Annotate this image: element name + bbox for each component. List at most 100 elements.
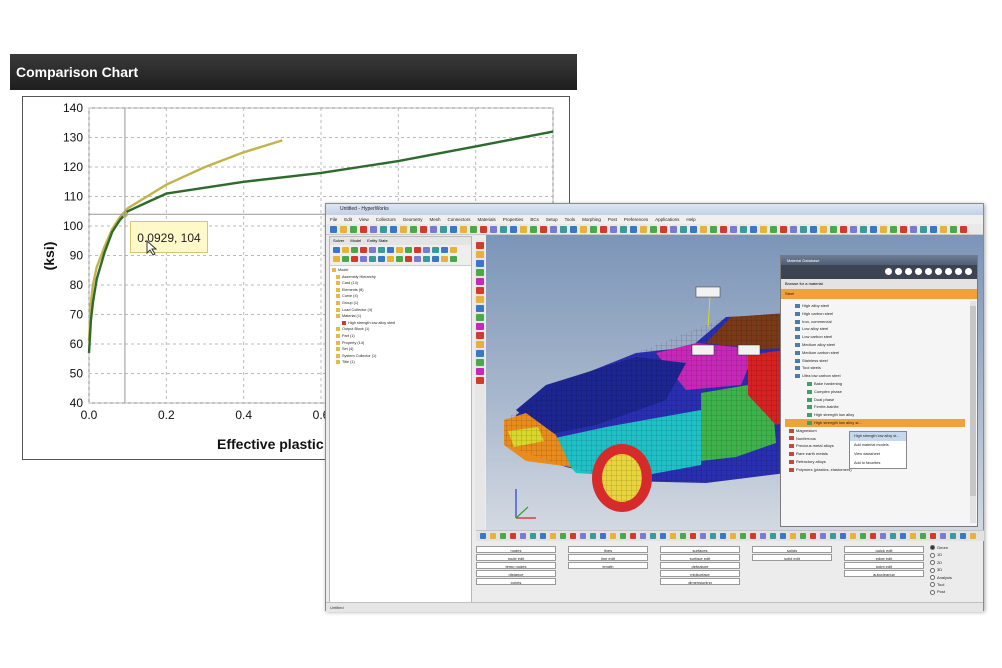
command-point-edit[interactable]: point edit — [844, 562, 924, 569]
dialog-tool-icon[interactable] — [925, 268, 932, 275]
side-tool-icon[interactable] — [476, 323, 484, 330]
browser-tool-icon[interactable] — [351, 247, 358, 253]
material-item[interactable]: Stainless steel — [785, 357, 965, 365]
main-toolbar[interactable] — [326, 224, 983, 235]
command-line-edit[interactable]: line edit — [568, 554, 648, 561]
tree-item[interactable]: Set (4) — [332, 346, 470, 353]
menu-bar[interactable]: File Edit View Collectors Geometry Mesh Connec… — [326, 215, 983, 224]
command-dimensioning[interactable]: dimensioning — [660, 578, 740, 585]
menu-item-file[interactable]: File — [330, 217, 337, 222]
browser-tool-icon[interactable] — [423, 247, 430, 253]
toolbar-tool-icon[interactable] — [750, 226, 757, 233]
browser-tool-icon[interactable] — [450, 256, 457, 262]
viewport-tool-icon[interactable] — [810, 533, 816, 539]
viewport-tool-icon[interactable] — [750, 533, 756, 539]
toolbar-tool-icon[interactable] — [850, 226, 857, 233]
browser-tabs[interactable]: Solver Model Entity State — [330, 237, 471, 245]
viewport-tool-icon[interactable] — [970, 533, 976, 539]
material-item[interactable]: Dual phase — [785, 396, 965, 404]
menu-item-properties[interactable]: Properties — [503, 217, 524, 222]
browser-tab[interactable]: Solver — [333, 238, 344, 243]
toolbar-tool-icon[interactable] — [640, 226, 647, 233]
menu-item-bcs[interactable]: BCs — [530, 217, 539, 222]
toolbar-tool-icon[interactable] — [720, 226, 727, 233]
command-distance[interactable]: distance — [476, 570, 556, 577]
browser-tool-icon[interactable] — [441, 247, 448, 253]
toolbar-tool-icon[interactable] — [530, 226, 537, 233]
browser-tool-icon[interactable] — [360, 247, 367, 253]
viewport-tool-icon[interactable] — [650, 533, 656, 539]
side-tool-icon[interactable] — [476, 350, 484, 357]
dialog-tool-icon[interactable] — [915, 268, 922, 275]
tree-item[interactable]: Group (1) — [332, 300, 470, 307]
viewport-tool-icon[interactable] — [840, 533, 846, 539]
browser-tool-icon[interactable] — [369, 256, 376, 262]
toolbar-tool-icon[interactable] — [860, 226, 867, 233]
toolbar-tool-icon[interactable] — [800, 226, 807, 233]
command-midsurface[interactable]: midsurface — [660, 570, 740, 577]
side-tool-icon[interactable] — [476, 314, 484, 321]
browser-tool-icon[interactable] — [378, 247, 385, 253]
tree-item[interactable]: Material (1) — [332, 313, 470, 320]
command-autocleanup[interactable]: autocleanup — [844, 570, 924, 577]
command-nodes[interactable]: nodes — [476, 546, 556, 553]
tree-item[interactable]: Elements (8) — [332, 287, 470, 294]
toolbar-tool-icon[interactable] — [520, 226, 527, 233]
toolbar-tool-icon[interactable] — [340, 226, 347, 233]
toolbar-tool-icon[interactable] — [360, 226, 367, 233]
viewport-tool-icon[interactable] — [770, 533, 776, 539]
command-surfaces[interactable]: surfaces — [660, 546, 740, 553]
toolbar-tool-icon[interactable] — [660, 226, 667, 233]
toolbar-tool-icon[interactable] — [570, 226, 577, 233]
menu-item-collectors[interactable]: Collectors — [376, 217, 396, 222]
browser-tool-icon[interactable] — [378, 256, 385, 262]
page-radio-tool[interactable]: Tool — [930, 581, 980, 588]
toolbar-tool-icon[interactable] — [700, 226, 707, 233]
browser-tab[interactable]: Entity State — [367, 238, 387, 243]
side-tool-icon[interactable] — [476, 305, 484, 312]
command-solids[interactable]: solids — [752, 546, 832, 553]
toolbar-tool-icon[interactable] — [410, 226, 417, 233]
toolbar-tool-icon[interactable] — [560, 226, 567, 233]
viewport-tool-icon[interactable] — [570, 533, 576, 539]
tree-item[interactable]: Curve (4) — [332, 293, 470, 300]
toolbar-tool-icon[interactable] — [650, 226, 657, 233]
tree-item[interactable]: Output Block (1) — [332, 326, 470, 333]
toolbar-tool-icon[interactable] — [610, 226, 617, 233]
browser-tool-icon[interactable] — [387, 247, 394, 253]
tree-item[interactable]: Property (14) — [332, 340, 470, 347]
browser-tool-icon[interactable] — [333, 247, 340, 253]
tree-item[interactable]: Part (1) — [332, 333, 470, 340]
dialog-toolbar[interactable] — [781, 265, 977, 279]
material-item[interactable]: Complex phase — [785, 388, 965, 396]
command-defeature[interactable]: defeature — [660, 562, 740, 569]
toolbar-tool-icon[interactable] — [330, 226, 337, 233]
material-item[interactable]: High strength low alloy st... — [785, 418, 965, 427]
viewport-tool-icon[interactable] — [880, 533, 886, 539]
toolbar-tool-icon[interactable] — [870, 226, 877, 233]
viewport-tool-icon[interactable] — [720, 533, 726, 539]
tree-item[interactable]: Model — [332, 267, 470, 274]
toolbar-tool-icon[interactable] — [930, 226, 937, 233]
page-selector[interactable]: Geom 1D 2D 3D Analysis Tool Post — [930, 544, 980, 604]
viewport-tool-icon[interactable] — [890, 533, 896, 539]
side-tool-icon[interactable] — [476, 287, 484, 294]
material-item[interactable]: Iron, commercial — [785, 318, 965, 326]
dialog-tool-icon[interactable] — [895, 268, 902, 275]
browser-tool-icon[interactable] — [396, 256, 403, 262]
context-menu-item[interactable]: View datasheet — [850, 450, 906, 459]
model-browser[interactable]: Solver Model Entity State Model Assembly Hi… — [329, 236, 472, 610]
viewport-tool-icon[interactable] — [620, 533, 626, 539]
viewport-tool-icon[interactable] — [530, 533, 536, 539]
viewport-tool-icon[interactable] — [540, 533, 546, 539]
material-item[interactable]: Medium carbon steel — [785, 349, 965, 357]
toolbar-tool-icon[interactable] — [880, 226, 887, 233]
toolbar-tool-icon[interactable] — [540, 226, 547, 233]
toolbar-tool-icon[interactable] — [510, 226, 517, 233]
tree-item[interactable]: High strength low alloy steel — [332, 320, 470, 327]
browser-tool-icon[interactable] — [342, 247, 349, 253]
command-quick-edit[interactable]: quick edit — [844, 546, 924, 553]
command-node-edit[interactable]: node edit — [476, 554, 556, 561]
material-item[interactable]: High strength low alloy — [785, 411, 965, 419]
page-radio-3d[interactable]: 3D — [930, 566, 980, 573]
